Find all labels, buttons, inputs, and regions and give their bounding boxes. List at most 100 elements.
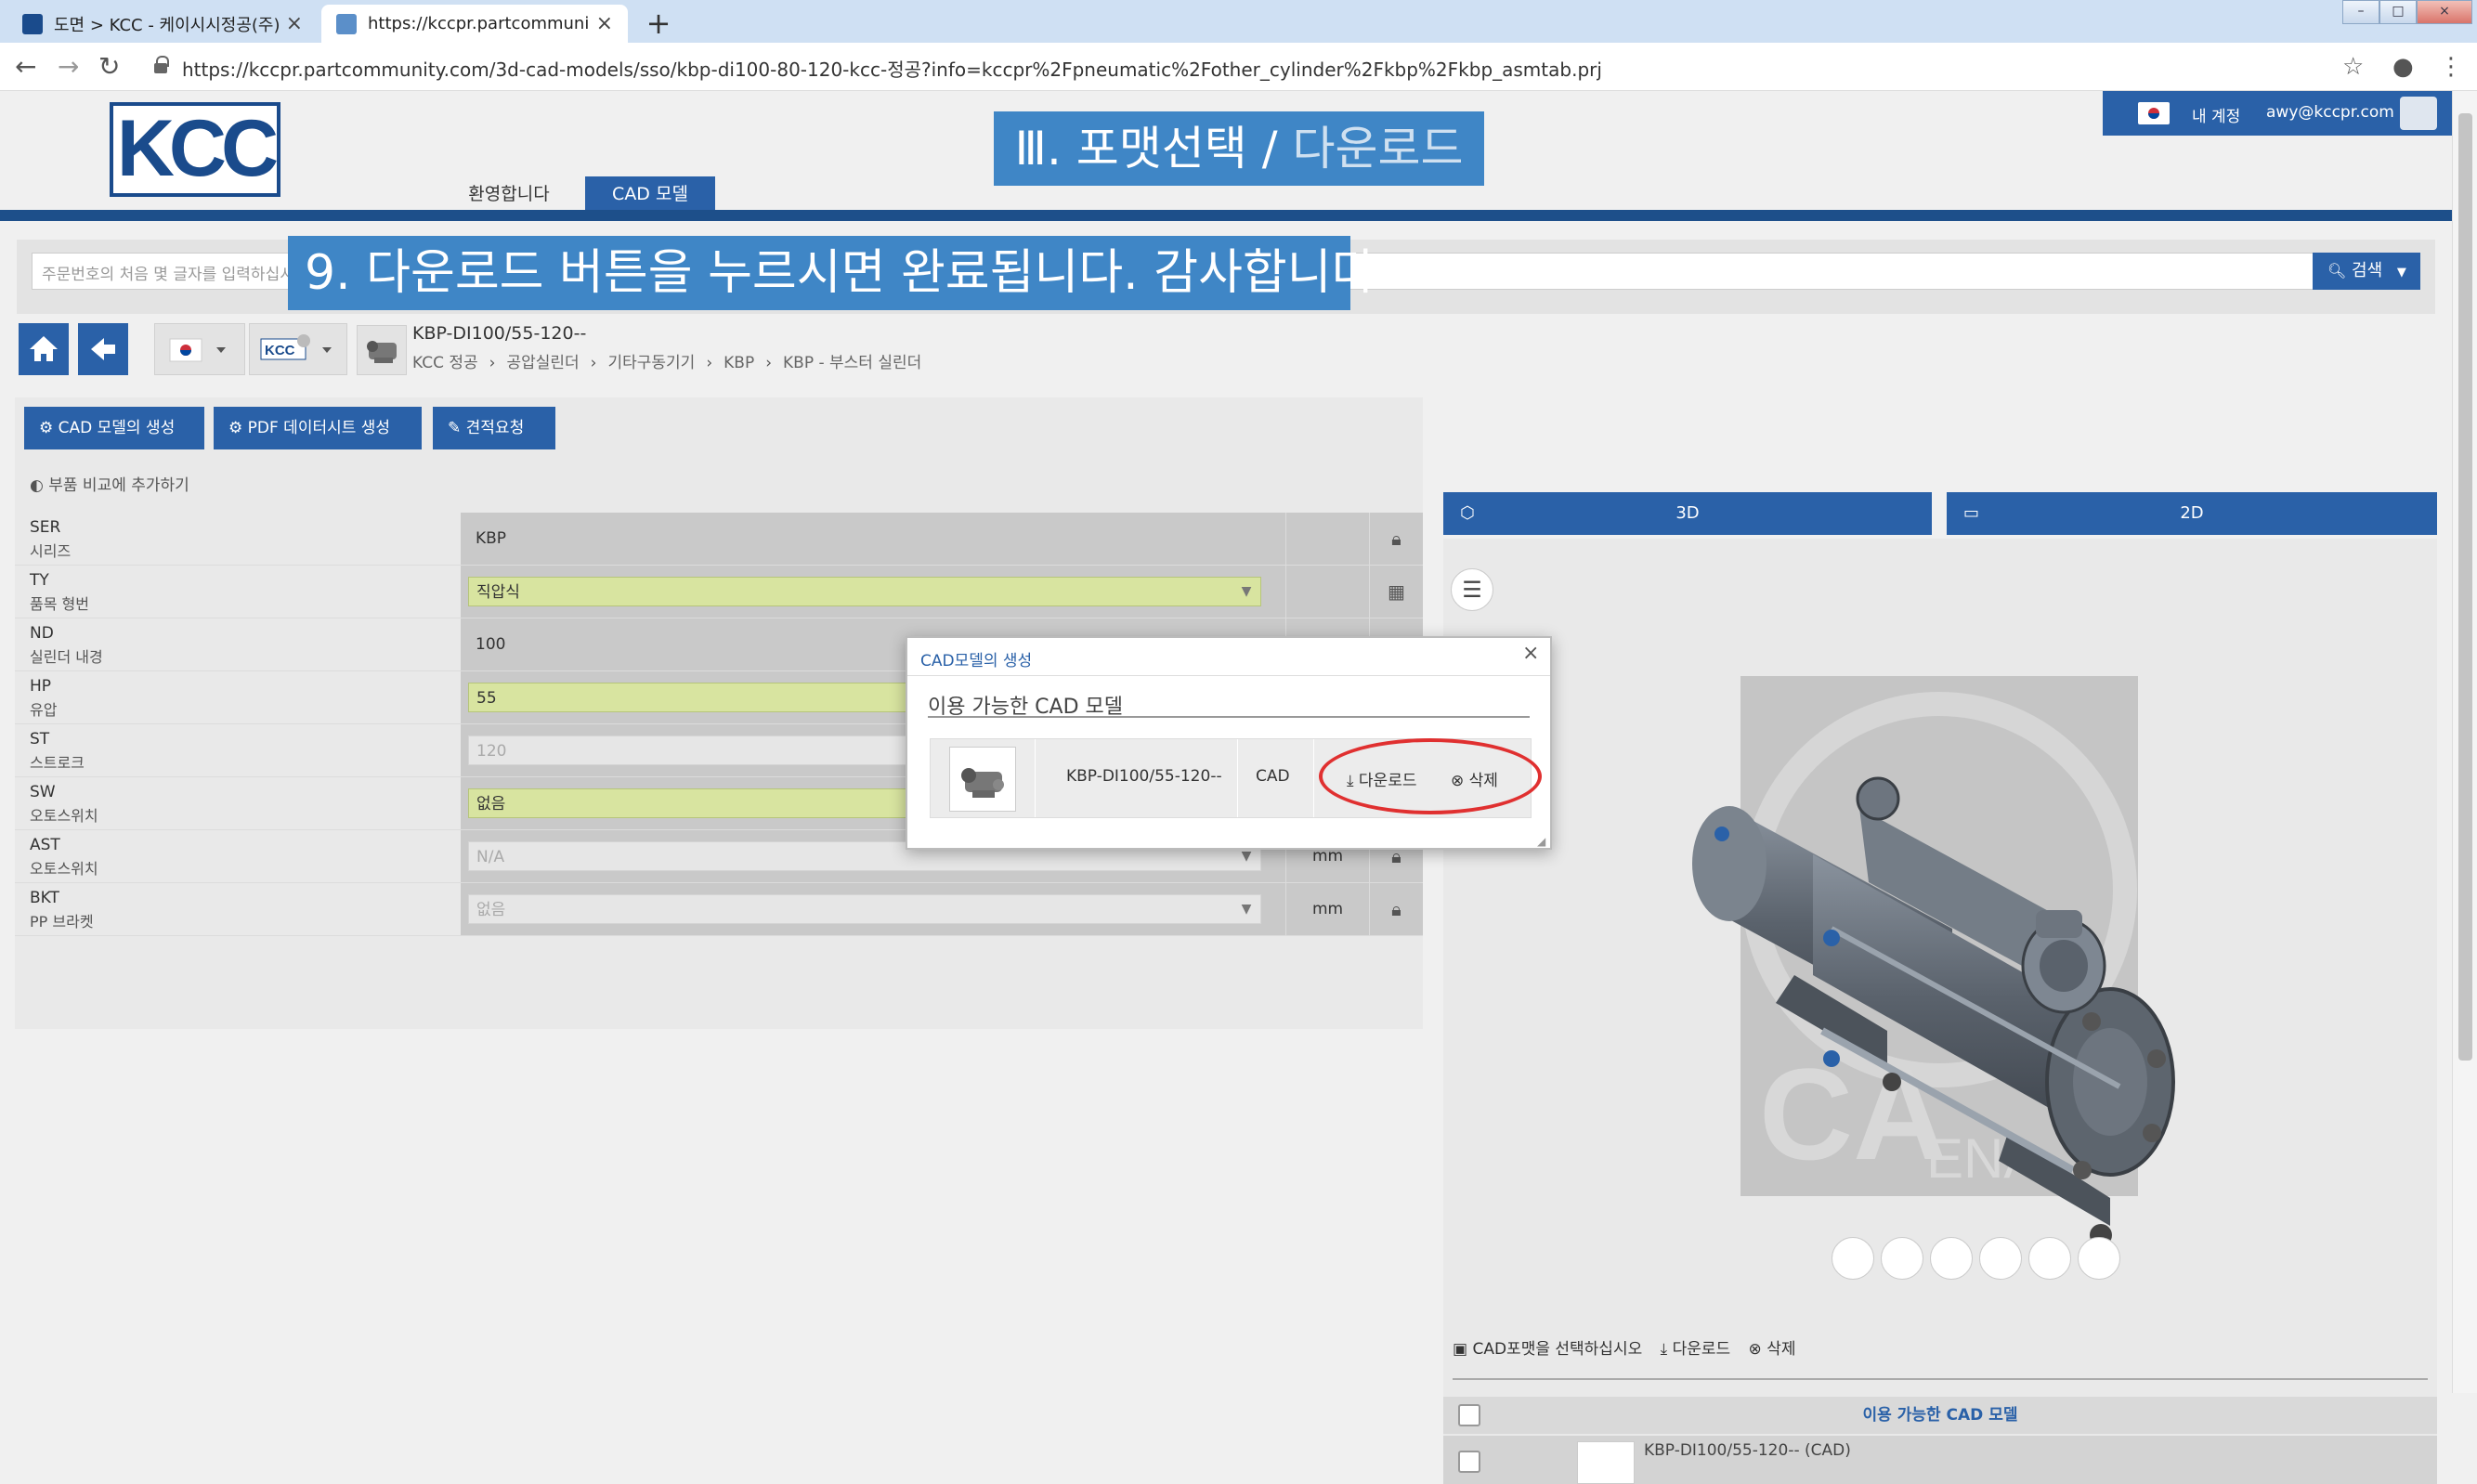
back-button[interactable] [78, 323, 128, 375]
my-account-link[interactable]: 내 계정 [2192, 103, 2240, 126]
header-bar [0, 210, 2452, 221]
window-close-button[interactable]: × [2417, 0, 2472, 24]
quote-request-label: 견적요청 [465, 419, 525, 437]
3d-viewer[interactable]: ☰ CA ENA [1443, 539, 2437, 1319]
breadcrumb-item[interactable]: KBP - 부스터 실린더 [783, 354, 921, 372]
param-code: AST [30, 836, 60, 854]
param-unit [1285, 566, 1369, 618]
generate-pdf-label: PDF 데이터시트 생성 [247, 419, 391, 437]
view-rotate-icon[interactable] [1832, 1237, 1874, 1280]
avatar[interactable] [2400, 97, 2437, 130]
param-code: ST [30, 730, 50, 749]
view-shade-icon[interactable] [2078, 1237, 2120, 1280]
tab-3d[interactable]: ⬡ 3D [1443, 492, 1932, 535]
param-code: TY [30, 571, 49, 590]
divider [1313, 739, 1314, 817]
param-code: SER [30, 518, 61, 537]
param-value-field[interactable]: 없음 [468, 894, 1261, 924]
scrollbar-thumb[interactable] [2458, 113, 2472, 1061]
select-format-label[interactable]: CAD포맷을 선택하십시오 [1472, 1340, 1642, 1359]
new-tab-button[interactable]: + [641, 7, 676, 42]
catalog-dropdown[interactable]: KCC [249, 323, 347, 375]
browser-tab-1[interactable]: 도면 > KCC - 케이시시정공(주) × [7, 5, 318, 43]
param-code: BKT [30, 889, 59, 907]
add-to-compare-link[interactable]: ◐ 부품 비교에 추가하기 [30, 472, 189, 495]
user-box[interactable]: 내 계정 awy@kccpr.com [2103, 91, 2452, 136]
viewer-tabs: ⬡ 3D ▭ 2D [1443, 492, 2437, 537]
nav-cad-models[interactable]: CAD 모델 [585, 176, 715, 212]
generate-pdf-button[interactable]: ⚙ PDF 데이터시트 생성 [214, 407, 422, 449]
param-description: 오토스위치 [30, 860, 98, 878]
delete-link[interactable]: 삭제 [1766, 1340, 1795, 1359]
reload-icon[interactable]: ↻ [98, 50, 120, 84]
view-box-icon[interactable] [1979, 1237, 2022, 1280]
table-icon[interactable]: ▦ [1369, 566, 1423, 618]
breadcrumb-item[interactable]: 공압실린더 [506, 354, 579, 372]
view-cube-icon[interactable] [1881, 1237, 1923, 1280]
tab-2d[interactable]: ▭ 2D [1947, 492, 2437, 535]
korea-flag-icon [2138, 102, 2170, 124]
booster-cylinder-model[interactable] [1674, 696, 2231, 1272]
lock-icon[interactable]: 🔒︎ [1369, 883, 1423, 935]
generate-cad-button[interactable]: ⚙ CAD 모델의 생성 [24, 407, 204, 449]
part-thumbnail [357, 325, 407, 375]
kcc-favicon-icon [22, 13, 43, 34]
compare-icon: ◐ [30, 476, 49, 495]
cad-table-title: 이용 가능한 CAD 모델 [1862, 1406, 2018, 1425]
cad-format-icon: ▣ [1453, 1340, 1473, 1359]
param-description: PP 브라켓 [30, 913, 94, 931]
resize-handle-icon[interactable]: ◢ [1537, 835, 1545, 848]
korea-flag-icon [169, 338, 226, 362]
browser-tab-2[interactable]: https://kccpr.partcommunity.con × [321, 5, 628, 43]
chevron-right-icon: › [590, 354, 597, 372]
close-icon[interactable]: × [596, 12, 613, 35]
highlight-circle [1319, 738, 1542, 814]
part-toolbar: KCC KBP-DI100/55-120-- KCC 정공 › 공압실린더 › 기타구동… [0, 323, 2452, 397]
breadcrumb-item[interactable]: KBP [724, 354, 754, 372]
lock-icon[interactable]: 🔒︎ [1369, 513, 1423, 565]
quote-request-button[interactable]: ✎ 견적요청 [433, 407, 555, 449]
cube-icon: ⬡ [1460, 503, 1475, 523]
tab-2d-label: 2D [2180, 503, 2204, 523]
close-icon[interactable]: × [1522, 642, 1539, 665]
forward-arrow-icon[interactable]: → [58, 50, 79, 84]
minimize-button[interactable]: – [2342, 0, 2379, 24]
list-menu-icon[interactable]: ☰ [1451, 568, 1493, 611]
delete-icon: ⊗ [1748, 1340, 1767, 1359]
param-value-field[interactable]: 직압식 [468, 577, 1261, 606]
tutorial-title-banner: Ⅲ. 포맷선택 / 다운로드 [994, 111, 1484, 186]
search-button-label: 검색 [2352, 261, 2383, 280]
download-link[interactable]: 다운로드 [1673, 1340, 1731, 1359]
search-button[interactable]: 🔍︎ 검색 ▼ [2313, 253, 2420, 290]
row-checkbox[interactable] [1458, 1451, 1480, 1473]
tutorial-step-banner: 9. 다운로드 버튼을 누르시면 완료됩니다. 감사합니다. [288, 236, 1391, 310]
param-unit: mm [1285, 883, 1369, 935]
param-code: SW [30, 783, 56, 801]
param-description: 실린더 내경 [30, 648, 103, 666]
download-icon: ⤓ [1660, 1340, 1673, 1359]
address-bar: ← → ↻ https://kccpr.partcommunity.com/3d… [0, 43, 2477, 91]
dialog-model-name: KBP-DI100/55-120-- [1066, 767, 1222, 786]
menu-dots-icon[interactable]: ⋮ [2439, 50, 2463, 84]
back-arrow-icon[interactable]: ← [15, 50, 36, 84]
close-icon[interactable]: × [286, 12, 303, 35]
parameter-row: SER 시리즈 KBP 🔒︎ [15, 513, 1423, 566]
view-fit-icon[interactable] [1930, 1237, 1973, 1280]
breadcrumb-item[interactable]: KCC 정공 [412, 354, 478, 372]
scrollbar[interactable] [2452, 91, 2477, 1393]
home-button[interactable] [19, 323, 69, 375]
maximize-button[interactable]: □ [2379, 0, 2417, 24]
bookmark-star-icon[interactable]: ☆ [2342, 50, 2364, 84]
profile-icon[interactable]: ● [2392, 50, 2414, 84]
url-field[interactable]: https://kccpr.partcommunity.com/3d-cad-m… [182, 55, 1602, 82]
param-description: 유압 [30, 701, 58, 719]
param-description: 스트로크 [30, 754, 85, 772]
chevron-down-icon[interactable]: ▼ [1233, 896, 1259, 922]
kcc-logo[interactable]: KCC [110, 102, 280, 197]
browser-tab-bar: 도면 > KCC - 케이시시정공(주) × https://kccpr.par… [0, 0, 2477, 43]
language-dropdown[interactable] [154, 323, 245, 375]
nav-welcome[interactable]: 환영합니다 [444, 176, 574, 212]
chevron-down-icon[interactable]: ▼ [1233, 579, 1259, 605]
breadcrumb-item[interactable]: 기타구동기기 [607, 354, 695, 372]
view-section-icon[interactable] [2028, 1237, 2071, 1280]
